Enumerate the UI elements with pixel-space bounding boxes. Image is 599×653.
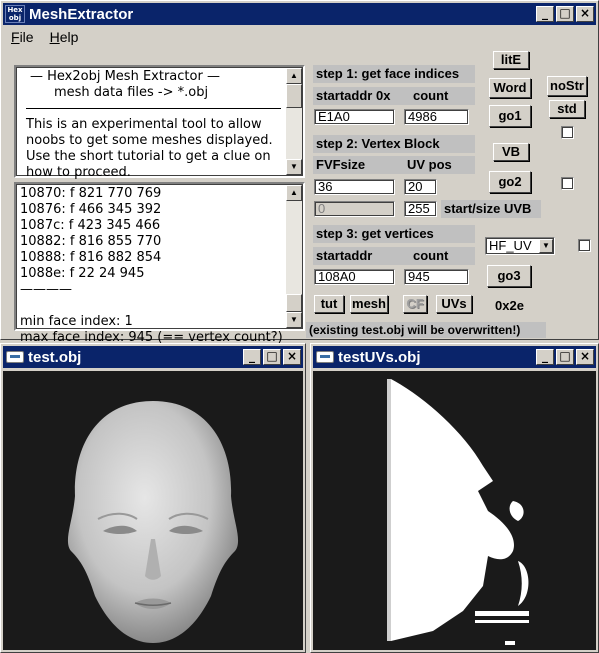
- window-icon: [6, 351, 24, 363]
- minimize-icon[interactable]: _: [243, 349, 261, 365]
- std-checkbox[interactable]: [561, 126, 574, 139]
- close-icon[interactable]: ×: [576, 349, 594, 365]
- go2-button[interactable]: go2: [489, 171, 531, 193]
- nostr-button[interactable]: noStr: [547, 76, 587, 96]
- info-heading: — Hex2obj Mesh Extractor —: [30, 69, 220, 84]
- list-item: min face index: 1: [20, 314, 133, 329]
- step2-uvb-start-input: 0: [314, 201, 395, 217]
- minimize-icon[interactable]: _: [536, 6, 554, 22]
- list-item: 1087c: f 423 345 466: [20, 218, 161, 233]
- minimize-icon[interactable]: _: [536, 349, 554, 365]
- step2-fvfsize-input[interactable]: 36: [314, 179, 395, 195]
- step3-startaddr-label: startaddr: [313, 247, 475, 265]
- mesh-window: test.obj _ □ ×: [0, 343, 306, 653]
- info-line-1: This is an experimental tool to allow: [26, 117, 262, 132]
- go2-checkbox[interactable]: [561, 177, 574, 190]
- hex-label: 0x2e: [495, 298, 524, 313]
- mesh-window-title: test.obj: [28, 348, 82, 366]
- list-item: 10870: f 821 770 769: [20, 186, 162, 201]
- info-divider: [26, 108, 281, 109]
- output-listbox[interactable]: 10870: f 821 770 769 10876: f 466 345 39…: [14, 182, 305, 345]
- cf-button: CF: [403, 295, 427, 313]
- scroll-up-icon[interactable]: ▲: [286, 68, 302, 84]
- maximize-icon[interactable]: □: [263, 349, 281, 365]
- mesh-viewport[interactable]: [3, 371, 303, 650]
- format-select[interactable]: HF_UV ▼: [485, 237, 555, 255]
- scroll-up-icon[interactable]: ▲: [286, 185, 302, 201]
- list-item: 10888: f 816 882 854: [20, 250, 162, 265]
- step2-uvb-size-input[interactable]: 255: [404, 201, 437, 217]
- step2-header: step 2: Vertex Block: [313, 135, 475, 153]
- list-item: [20, 298, 283, 314]
- info-line-4: how to proceed.: [26, 165, 131, 180]
- list-item: ————: [20, 282, 72, 297]
- step3-header: step 3: get vertices: [313, 225, 475, 243]
- step3-count-label: count: [413, 248, 449, 263]
- std-button[interactable]: std: [549, 100, 585, 118]
- face-mesh-render: [67, 401, 239, 643]
- info-subheading: mesh data files -> *.obj: [54, 85, 209, 100]
- format-select-value: HF_UV: [489, 238, 532, 253]
- step1-startaddr-input[interactable]: E1A0: [314, 109, 395, 125]
- step1-header: step 1: get face indices: [313, 65, 475, 83]
- main-window: Hex obj MeshExtractor _ □ × File Help — …: [0, 0, 599, 345]
- maximize-icon[interactable]: □: [556, 349, 574, 365]
- info-line-3: Use the short tutorial to get a clue on: [26, 149, 271, 164]
- scroll-thumb[interactable]: [286, 294, 302, 312]
- uv-titlebar[interactable]: testUVs.obj _ □ ×: [313, 346, 596, 368]
- uv-window-title: testUVs.obj: [338, 348, 421, 366]
- step3-startaddr-input[interactable]: 108A0: [314, 269, 395, 285]
- window-icon: [316, 351, 334, 363]
- uv-window: testUVs.obj _ □ ×: [310, 343, 599, 653]
- info-scrollbar[interactable]: ▲ ▼: [286, 68, 302, 175]
- menu-help[interactable]: Help: [50, 29, 79, 45]
- close-icon[interactable]: ×: [283, 349, 301, 365]
- tut-button[interactable]: tut: [314, 295, 344, 313]
- maximize-icon[interactable]: □: [556, 6, 574, 22]
- step3-count-input[interactable]: 945: [404, 269, 469, 285]
- step1-count-label: count: [413, 88, 449, 103]
- step2-uvpos-label: UV pos: [407, 157, 452, 172]
- chevron-down-icon[interactable]: ▼: [539, 239, 553, 253]
- go1-button[interactable]: go1: [489, 105, 531, 127]
- list-item: 10882: f 816 855 770: [20, 234, 162, 249]
- info-line-2: noobs to get some meshes displayed.: [26, 133, 273, 148]
- output-scrollbar[interactable]: ▲ ▼: [286, 185, 302, 328]
- main-titlebar[interactable]: Hex obj MeshExtractor _ □ ×: [3, 3, 596, 25]
- scroll-down-icon[interactable]: ▼: [286, 159, 302, 175]
- mesh-button[interactable]: mesh: [350, 295, 388, 313]
- hex-obj-app-icon: Hex obj: [5, 5, 25, 23]
- step1-count-input[interactable]: 4986: [404, 109, 469, 125]
- list-item: 10876: f 466 345 392: [20, 202, 162, 217]
- scroll-down-icon[interactable]: ▼: [286, 312, 302, 328]
- vb-button[interactable]: VB: [493, 143, 529, 161]
- menubar: File Help: [5, 27, 78, 47]
- scroll-thumb[interactable]: [286, 84, 302, 108]
- menu-file[interactable]: File: [11, 29, 34, 45]
- main-window-title: MeshExtractor: [29, 5, 134, 23]
- step2-uvb-label: start/size UVB: [441, 200, 541, 218]
- step2-uvpos-input[interactable]: 20: [404, 179, 437, 195]
- status-text: (existing test.obj will be overwritten!): [306, 322, 546, 338]
- word-button[interactable]: Word: [489, 78, 531, 98]
- go3-button[interactable]: go3: [487, 265, 531, 287]
- lite-button[interactable]: litE: [493, 51, 529, 69]
- list-item: 1088e: f 22 24 945: [20, 266, 145, 281]
- format-checkbox[interactable]: [578, 239, 591, 252]
- info-textbox[interactable]: — Hex2obj Mesh Extractor — mesh data fil…: [14, 65, 305, 180]
- step1-startaddr-label: startaddr 0x: [313, 87, 475, 105]
- uv-viewport[interactable]: [313, 371, 596, 650]
- uvs-button[interactable]: UVs: [436, 295, 472, 313]
- mesh-titlebar[interactable]: test.obj _ □ ×: [3, 346, 303, 368]
- close-icon[interactable]: ×: [576, 6, 594, 22]
- uv-map-render: [387, 379, 529, 645]
